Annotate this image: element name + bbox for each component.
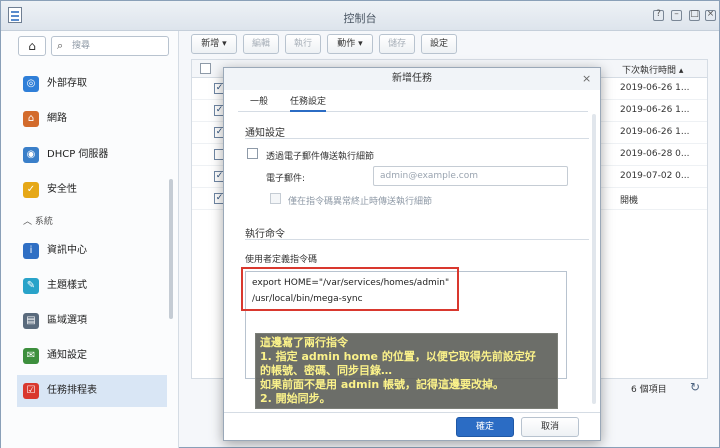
window-title: 控制台 bbox=[343, 12, 377, 25]
home-button[interactable]: ⌂ bbox=[18, 36, 46, 56]
notify-section-title: 通知設定 bbox=[245, 128, 285, 139]
annotation-line: 如果前面不是用 admin 帳號，記得這邊要改掉。 bbox=[260, 378, 505, 391]
cancel-button[interactable]: 取消 bbox=[521, 417, 579, 437]
sidebar-item-label: 主題樣式 bbox=[47, 280, 87, 291]
region-icon: ▤ bbox=[23, 313, 39, 329]
external-access-icon: ◎ bbox=[23, 76, 39, 92]
sidebar-section-system[interactable]: ︿ 系統 bbox=[23, 214, 53, 227]
section-divider bbox=[245, 138, 589, 139]
close-icon[interactable]: × bbox=[582, 72, 591, 85]
sidebar-item-label: DHCP 伺服器 bbox=[47, 149, 109, 160]
dialog-title: 新增任務 bbox=[224, 68, 600, 90]
row-next-run: 2019-06-28 0... bbox=[620, 149, 690, 159]
sidebar-item-label: 區域選項 bbox=[47, 315, 87, 326]
calendar-icon: ☑ bbox=[23, 383, 39, 399]
email-field[interactable]: admin@example.com bbox=[373, 166, 568, 186]
section-label: 系統 bbox=[34, 217, 53, 227]
title-bar: 控制台 ? – □ × bbox=[1, 1, 719, 31]
sidebar-item-label: 通知設定 bbox=[47, 350, 87, 361]
send-email-label: 透過電子郵件傳送執行細節 bbox=[266, 152, 375, 162]
select-all-checkbox[interactable] bbox=[200, 63, 211, 74]
network-icon: ⌂ bbox=[23, 111, 39, 127]
row-next-run: 2019-06-26 1... bbox=[620, 105, 690, 115]
dhcp-server-icon: ◉ bbox=[23, 147, 39, 163]
annotation-line: 1. 指定 admin home 的位置，以便它取得先前設定好 bbox=[260, 350, 536, 363]
help-icon[interactable]: ? bbox=[653, 9, 664, 21]
sidebar-item-theme[interactable]: ✎ 主題樣式 bbox=[17, 270, 167, 302]
column-header-next-run[interactable]: 下次執行時間 ▴ bbox=[622, 63, 683, 76]
create-button[interactable]: 新增 ▾ bbox=[191, 34, 237, 54]
notification-icon: ✉ bbox=[23, 348, 39, 364]
dialog-tabs: 一般 任務設定 bbox=[238, 90, 588, 112]
ok-button[interactable]: 確定 bbox=[456, 417, 514, 437]
theme-icon: ✎ bbox=[23, 278, 39, 294]
row-next-run: 2019-06-26 1... bbox=[620, 127, 690, 137]
sidebar-item-region[interactable]: ▤ 區域選項 bbox=[17, 305, 167, 337]
edit-button[interactable]: 編輯 bbox=[243, 34, 279, 54]
settings-button[interactable]: 設定 bbox=[421, 34, 457, 54]
row-next-run: 2019-06-26 1... bbox=[620, 83, 690, 93]
chevron-up-icon: ︿ bbox=[23, 217, 35, 227]
action-button[interactable]: 動作 ▾ bbox=[327, 34, 373, 54]
sidebar-item-notification[interactable]: ✉ 通知設定 bbox=[17, 340, 167, 372]
search-icon: ⌕ bbox=[57, 39, 64, 52]
close-icon[interactable]: × bbox=[705, 9, 716, 21]
sidebar-item-network[interactable]: ⌂ 網路 bbox=[17, 103, 167, 135]
sidebar: ⌂ ⌕ 搜尋 ◎ 外部存取 ⌂ 網路 ◉ DHCP 伺服器 ✓ 安全性 ︿ 系統… bbox=[1, 31, 179, 448]
sidebar-item-dhcp-server[interactable]: ◉ DHCP 伺服器 bbox=[17, 139, 167, 171]
row-next-run: 2019-07-02 0... bbox=[620, 171, 690, 181]
sidebar-item-info-center[interactable]: i 資訊中心 bbox=[17, 235, 167, 267]
sidebar-scrollbar[interactable] bbox=[169, 179, 173, 319]
email-label: 電子郵件: bbox=[266, 174, 306, 184]
dialog-footer-divider bbox=[224, 412, 600, 413]
action-label: 動作 bbox=[337, 39, 356, 49]
create-label: 新增 bbox=[201, 39, 220, 49]
info-icon: i bbox=[23, 243, 39, 259]
sidebar-item-label: 網路 bbox=[47, 113, 67, 124]
column-header-label: 下次執行時間 bbox=[622, 66, 677, 76]
run-section-title: 執行命令 bbox=[245, 229, 285, 240]
minimize-icon[interactable]: – bbox=[671, 9, 682, 21]
tab-general[interactable]: 一般 bbox=[250, 94, 268, 107]
send-email-checkbox[interactable] bbox=[247, 148, 258, 159]
maximize-icon[interactable]: □ bbox=[689, 9, 700, 21]
dialog-scrollbar[interactable] bbox=[592, 114, 596, 404]
refresh-icon[interactable]: ↻ bbox=[690, 380, 700, 394]
search-placeholder: 搜尋 bbox=[72, 41, 91, 51]
annotation-line: 的帳號、密碼、同步目錄… bbox=[260, 364, 392, 377]
annotation-line: 這邊寫了兩行指令 bbox=[260, 336, 348, 349]
run-button[interactable]: 執行 bbox=[285, 34, 321, 54]
save-button[interactable]: 儲存 bbox=[379, 34, 415, 54]
annotation-line: 2. 開始同步。 bbox=[260, 392, 331, 405]
user-script-label: 使用者定義指令碼 bbox=[245, 255, 318, 265]
row-next-run: 開機 bbox=[620, 196, 639, 206]
tab-task-settings[interactable]: 任務設定 bbox=[290, 94, 327, 112]
search-input[interactable]: ⌕ 搜尋 bbox=[51, 36, 169, 56]
shield-icon: ✓ bbox=[23, 182, 39, 198]
sidebar-item-label: 安全性 bbox=[47, 184, 77, 195]
sidebar-item-external-access[interactable]: ◎ 外部存取 bbox=[17, 68, 167, 100]
control-panel-window: 控制台 ? – □ × ⌂ ⌕ 搜尋 ◎ 外部存取 ⌂ 網路 ◉ DHCP 伺服… bbox=[0, 0, 720, 448]
sidebar-item-security[interactable]: ✓ 安全性 bbox=[17, 174, 167, 206]
abnormal-only-label: 僅在指令碼異常終止時傳送執行細節 bbox=[288, 197, 433, 207]
sidebar-item-label: 外部存取 bbox=[47, 78, 87, 89]
script-highlight-box bbox=[241, 267, 459, 311]
sidebar-item-label: 任務排程表 bbox=[47, 385, 97, 396]
section-divider bbox=[245, 239, 589, 240]
item-count: 6 個項目 bbox=[631, 385, 667, 395]
annotation-callout: 這邊寫了兩行指令 1. 指定 admin home 的位置，以便它取得先前設定好… bbox=[255, 333, 558, 409]
abnormal-only-checkbox[interactable] bbox=[270, 193, 281, 204]
sidebar-item-task-scheduler[interactable]: ☑ 任務排程表 bbox=[17, 375, 167, 407]
sidebar-item-label: 資訊中心 bbox=[47, 245, 87, 256]
